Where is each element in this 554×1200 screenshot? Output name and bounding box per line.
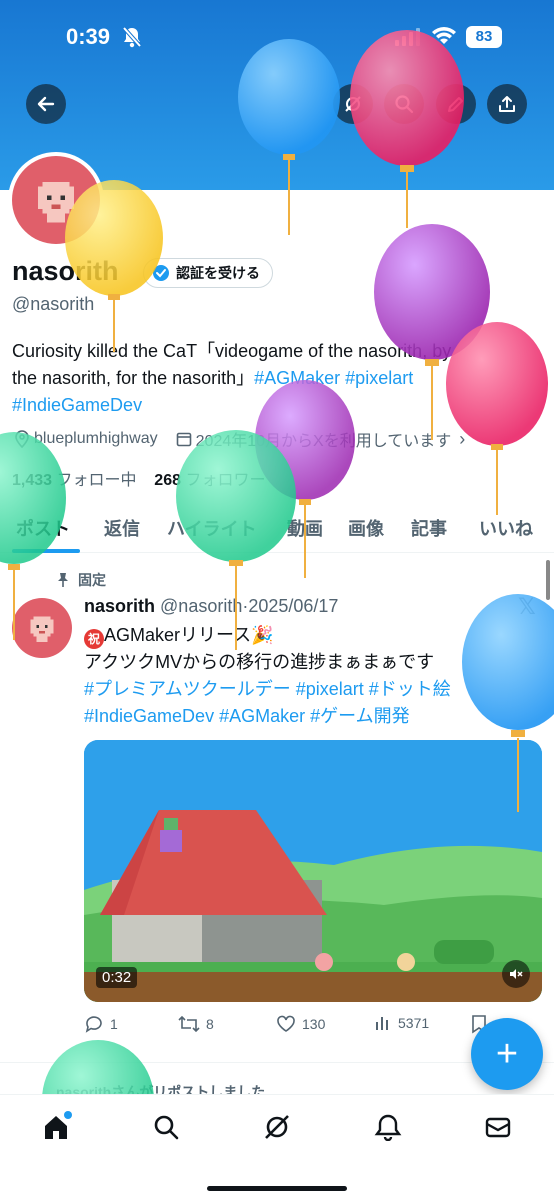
- post-hashtags-2[interactable]: #IndieGameDev #AGMaker #ゲーム開発: [84, 703, 544, 730]
- post-text: 祝 AGMakerリリース🎉 アクツクMVからの移行の進捗まぁまぁです #プレミア…: [84, 622, 544, 730]
- repost-icon: [178, 1015, 200, 1033]
- status-bar: 0:39 83: [0, 22, 554, 56]
- profile-avatar[interactable]: [8, 152, 104, 248]
- tab-highlights[interactable]: ハイライト: [167, 515, 257, 541]
- get-verified-label: 認証を受ける: [176, 265, 260, 281]
- pinned-label: 固定: [78, 572, 106, 588]
- post-hashtags-1[interactable]: #プレミアムツクールデー #pixelart #ドット絵: [84, 676, 544, 703]
- post-video[interactable]: 0:32: [84, 740, 542, 1002]
- mute-button[interactable]: [502, 960, 530, 988]
- mail-icon: [485, 1117, 511, 1138]
- post-date[interactable]: 2025/06/17: [248, 596, 338, 616]
- tab-videos[interactable]: 動画: [287, 515, 323, 541]
- nav-messages[interactable]: [478, 1109, 518, 1145]
- search-icon: [395, 95, 414, 114]
- video-duration: 0:32: [96, 967, 138, 988]
- bio-line-1: Curiosity killed the CaT「videogame of th…: [12, 341, 452, 361]
- tab-posts[interactable]: ポスト: [16, 515, 70, 541]
- profile-name: nasorith: [12, 256, 119, 286]
- profile-handle: @nasorith: [12, 294, 95, 314]
- back-button[interactable]: [26, 84, 66, 124]
- share-icon: [499, 96, 515, 112]
- wifi-icon: [431, 26, 457, 51]
- profile-bio: Curiosity killed the CaT「videogame of th…: [12, 338, 542, 419]
- get-verified-button[interactable]: 認証を受ける: [143, 258, 273, 288]
- profile-tabs: ポスト 返信 ハイライト 動画 画像 記事 いいね: [0, 505, 554, 553]
- views-count: 5371: [398, 1015, 430, 1031]
- battery-indicator: 83: [466, 26, 502, 48]
- profile-meta: blueplumhighway 2024年10月からXを利用しています ›: [14, 427, 465, 451]
- post-author-name[interactable]: nasorith: [84, 596, 155, 616]
- like-button[interactable]: 130: [276, 1014, 325, 1034]
- nav-grok[interactable]: [257, 1109, 297, 1145]
- following-label: フォロー中: [56, 472, 137, 489]
- nav-home[interactable]: [36, 1109, 76, 1145]
- pencil-icon: [448, 97, 463, 112]
- location-icon: [15, 430, 29, 448]
- reply-count: 1: [110, 1016, 118, 1032]
- status-time: 0:39: [66, 24, 111, 49]
- bio-line-2: the nasorith, for the nasorith」: [12, 368, 255, 388]
- repost-count: 8: [206, 1016, 214, 1032]
- tab-indicator: [12, 549, 80, 553]
- celebration-emoji-icon: 祝: [84, 629, 104, 649]
- followers-count: 268: [154, 472, 181, 489]
- profile-location: blueplumhighway: [34, 430, 158, 447]
- x-logo-icon: 𝕏: [518, 594, 536, 619]
- video-thumbnail: [84, 740, 542, 1002]
- views-button[interactable]: 5371: [374, 1014, 429, 1032]
- bio-hashtag-indiegamedev[interactable]: #IndieGameDev: [12, 392, 542, 419]
- views-chart-icon: [376, 1017, 388, 1030]
- avatar-image: [30, 616, 54, 643]
- signal-icon: [395, 28, 421, 51]
- grok-icon: [265, 1115, 289, 1139]
- compose-button[interactable]: +: [471, 1018, 543, 1090]
- home-indicator: [207, 1186, 347, 1191]
- post-actions: 1 8 130 5371: [84, 1014, 542, 1038]
- post-line-2: アクツクMVからの移行の進捗まぁまぁです: [84, 652, 435, 672]
- edit-button[interactable]: [436, 84, 476, 124]
- post-header: nasorith @nasorith·2025/06/17: [84, 596, 338, 617]
- grok-icon: [345, 96, 361, 112]
- post-author-handle[interactable]: @nasorith: [160, 596, 242, 616]
- repost-button[interactable]: 8: [178, 1014, 214, 1034]
- follow-stats: 1,433 フォロー中 268 フォロワー: [12, 466, 265, 490]
- post-line-1: AGMakerリリース🎉: [104, 625, 274, 645]
- bell-muted-icon: [122, 26, 142, 53]
- scrollbar[interactable]: [546, 560, 550, 600]
- search-icon: [154, 1115, 179, 1140]
- grok-button[interactable]: [333, 84, 373, 124]
- chevron-right-icon[interactable]: ›: [459, 429, 465, 450]
- verified-badge-icon: [153, 265, 169, 281]
- profile-joined: 2024年10月からXを利用しています: [195, 433, 452, 450]
- nav-notifications[interactable]: [368, 1109, 408, 1145]
- arrow-left-icon: [37, 96, 55, 112]
- bio-hashtags[interactable]: #AGMaker #pixelart: [254, 368, 413, 388]
- followers-link[interactable]: 268 フォロワー: [154, 472, 265, 489]
- search-button[interactable]: [384, 84, 424, 124]
- post-divider: [0, 1062, 554, 1063]
- heart-icon: [277, 1015, 295, 1032]
- reply-button[interactable]: 1: [84, 1014, 118, 1034]
- pin-icon: [58, 573, 68, 587]
- tab-replies[interactable]: 返信: [104, 515, 140, 541]
- following-link[interactable]: 1,433 フォロー中: [12, 472, 137, 489]
- reply-icon: [85, 1016, 102, 1033]
- like-count: 130: [302, 1016, 326, 1032]
- avatar-image: [12, 156, 100, 244]
- bottom-nav: [0, 1094, 554, 1200]
- tab-images[interactable]: 画像: [348, 515, 384, 541]
- share-button[interactable]: [487, 84, 527, 124]
- speaker-muted-icon: [510, 969, 523, 979]
- notification-dot: [64, 1111, 72, 1119]
- pinned-indicator: 固定: [56, 570, 106, 590]
- bell-icon: [374, 1114, 402, 1141]
- tab-articles[interactable]: 記事: [411, 515, 447, 541]
- followers-label: フォロワー: [185, 472, 266, 489]
- following-count: 1,433: [12, 472, 53, 489]
- calendar-icon: [176, 432, 191, 447]
- post-author-avatar[interactable]: [12, 598, 72, 658]
- nav-search[interactable]: [146, 1109, 186, 1145]
- tab-likes[interactable]: いいね: [479, 515, 533, 541]
